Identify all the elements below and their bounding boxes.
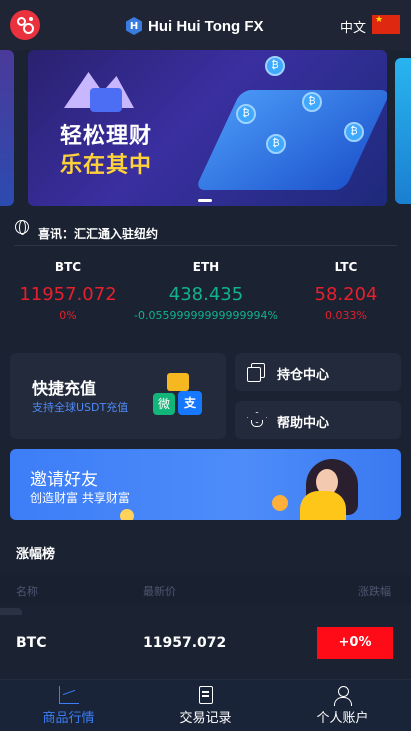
market-tickers: BTC 11957.072 0% ETH 438.435 -0.05599999… [0, 258, 411, 328]
wechat-pay-icon: 微 [153, 393, 175, 415]
bottom-tabbar: 商品行情 交易记录 个人账户 [0, 679, 411, 731]
positions-center-button[interactable]: 持仓中心 [235, 353, 401, 391]
invite-friends-banner[interactable]: 邀请好友 创造财富 共享财富 [10, 449, 401, 520]
tab-account[interactable]: 个人账户 [274, 680, 411, 731]
quick-recharge-card[interactable]: 快捷充值 支持全球USDT充值 微 支 [10, 353, 226, 439]
invite-subtitle: 创造财富 共享财富 [30, 491, 130, 505]
column-price: 最新价 [143, 585, 176, 598]
copy-icon [247, 363, 265, 382]
language-switch[interactable]: 中文 [340, 17, 366, 36]
tab-label: 交易记录 [179, 711, 232, 726]
bitcoin-coin-icon: ₿ [265, 56, 285, 76]
table-row[interactable]: BTC 11957.072 +0% [0, 615, 411, 671]
china-flag-icon[interactable]: ★ [372, 15, 400, 34]
tab-market[interactable]: 商品行情 [0, 680, 137, 731]
ticker-change: 0% [59, 309, 77, 322]
row-change-badge: +0% [317, 627, 393, 659]
brand-hex-icon: H [126, 17, 142, 35]
ticker-price: 58.204 [314, 284, 378, 305]
ticker-change: 0.033% [325, 309, 367, 322]
news-text[interactable]: 喜讯：汇汇通入驻纽约 [38, 225, 158, 242]
coin-illustration [272, 495, 288, 511]
help-center-button[interactable]: 帮助中心 [235, 401, 401, 439]
card-payment-icon [167, 373, 189, 391]
ticker-price: 11957.072 [19, 284, 117, 305]
bitcoin-coin-icon: ₿ [236, 104, 256, 124]
brand: H Hui Hui Tong FX [126, 16, 264, 36]
bitcoin-coin-icon: ₿ [302, 92, 322, 112]
ticker-eth[interactable]: ETH 438.435 -0.05599999999999994% [120, 258, 292, 324]
column-change: 涨跌幅 [358, 585, 391, 598]
invite-title: 邀请好友 [30, 470, 98, 490]
ticker-symbol: ETH [192, 260, 220, 274]
chart-icon [59, 686, 79, 704]
graduation-cap-icon [247, 411, 265, 429]
banner-line1: 轻松理财 [60, 124, 153, 149]
coin-illustration [120, 509, 134, 520]
column-name: 名称 [16, 585, 38, 598]
brand-name: Hui Hui Tong FX [148, 17, 264, 35]
ranking-title: 涨幅榜 [16, 547, 56, 562]
user-icon [333, 686, 353, 706]
banner-next-slide[interactable] [395, 58, 411, 204]
help-center-label: 帮助中心 [277, 416, 330, 431]
positions-center-label: 持仓中心 [277, 368, 330, 383]
ticker-ltc[interactable]: LTC 58.204 0.033% [296, 258, 396, 324]
bitcoin-coin-icon: ₿ [266, 134, 286, 154]
divider [14, 245, 397, 246]
row-price: 11957.072 [143, 635, 227, 651]
ticker-change: -0.05599999999999994% [134, 309, 278, 322]
ticker-symbol: BTC [54, 260, 82, 274]
girl-body-illustration [300, 491, 346, 520]
alipay-icon: 支 [178, 391, 202, 415]
row-symbol: BTC [16, 635, 47, 651]
ticker-btc[interactable]: BTC 11957.072 0% [18, 258, 118, 324]
wallet-illustration [90, 88, 122, 112]
ticker-price: 438.435 [168, 284, 244, 305]
ranking-header [0, 530, 411, 574]
banner-slide[interactable]: 轻松理财 乐在其中 ₿ ₿ ₿ ₿ ₿ [28, 50, 387, 206]
banner-carousel[interactable]: 轻松理财 乐在其中 ₿ ₿ ₿ ₿ ₿ [0, 50, 411, 210]
bitcoin-coin-icon: ₿ [344, 122, 364, 142]
tab-trade-records[interactable]: 交易记录 [137, 680, 274, 731]
app-logo-icon[interactable] [10, 10, 40, 40]
news-ticker[interactable]: 喜讯：汇汇通入驻纽约 [0, 216, 411, 246]
ranking-columns: 名称 最新价 涨跌幅 [0, 575, 411, 605]
ticker-symbol: LTC [334, 260, 358, 274]
globe-icon [15, 220, 29, 235]
document-icon [199, 686, 213, 704]
banner-prev-slide[interactable] [0, 50, 14, 206]
quick-recharge-title: 快捷充值 [32, 379, 97, 398]
app-header: H Hui Hui Tong FX 中文 ★ [0, 0, 411, 50]
banner-line2: 乐在其中 [60, 153, 153, 178]
tab-label: 商品行情 [42, 711, 95, 726]
carousel-indicator [198, 199, 212, 202]
tab-label: 个人账户 [316, 711, 369, 726]
quick-recharge-subtitle: 支持全球USDT充值 [32, 401, 129, 414]
